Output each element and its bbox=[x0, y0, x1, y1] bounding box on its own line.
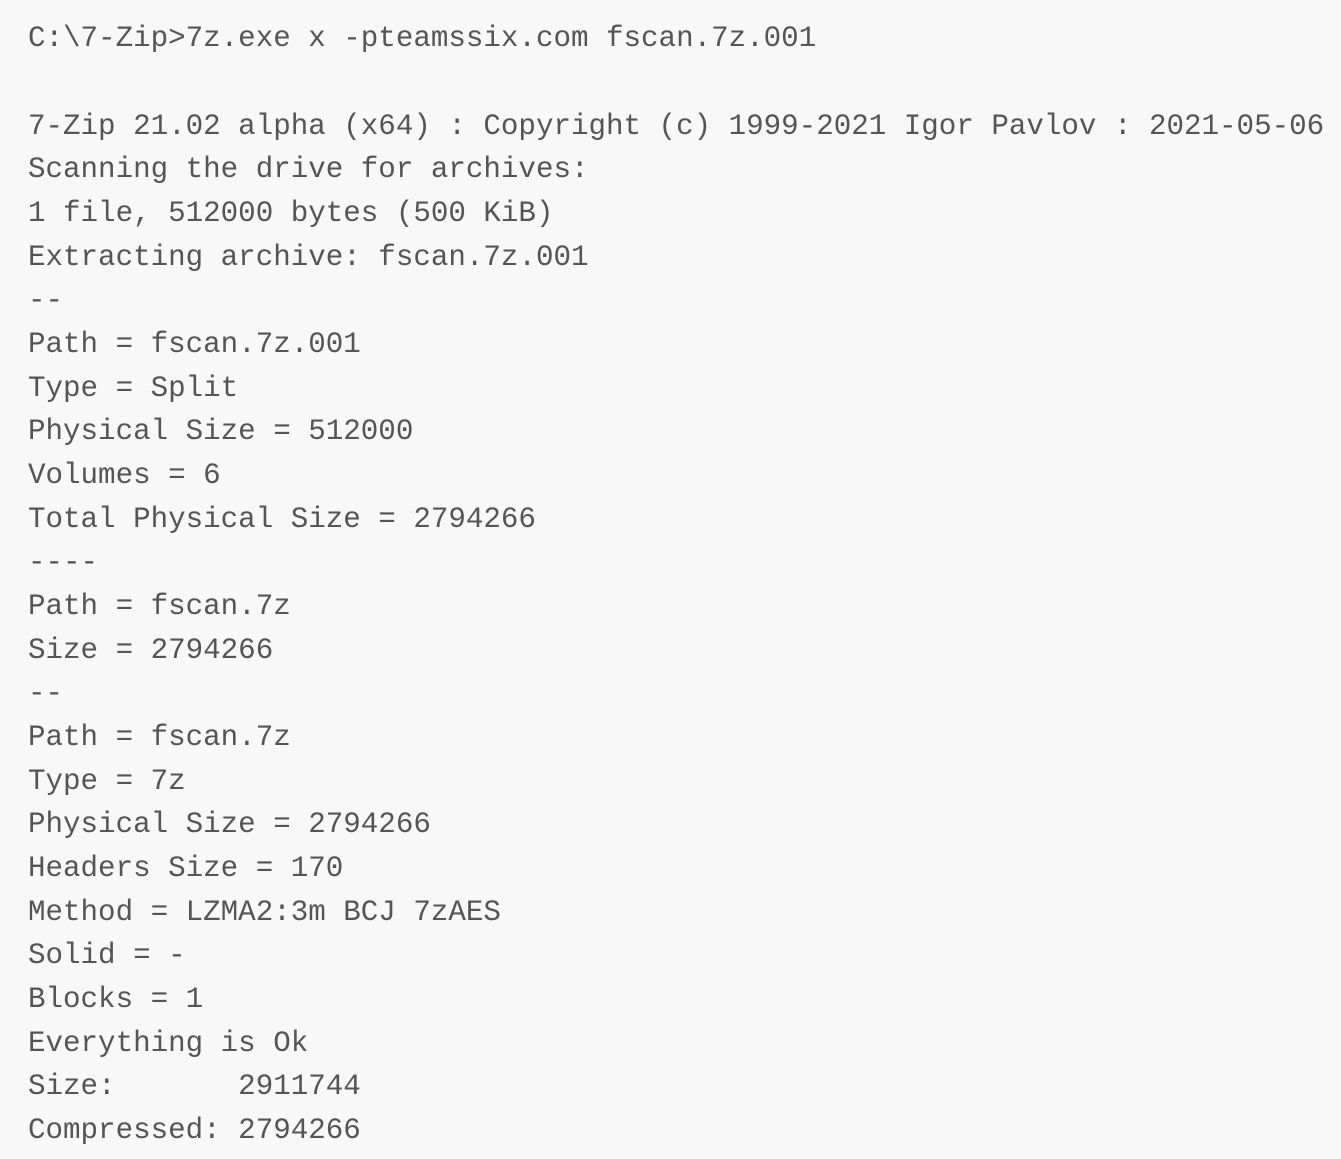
separator-line: -- bbox=[28, 677, 64, 710]
split-path-line: Path = fscan.7z.001 bbox=[28, 328, 361, 361]
command-line: C:\7-Zip>7z.exe x -pteamssix.com fscan.7… bbox=[28, 22, 817, 55]
size-total-line: Size: 2911744 bbox=[28, 1070, 361, 1103]
split-type-line: Type = Split bbox=[28, 372, 239, 405]
separator-line: -- bbox=[28, 284, 64, 317]
file-count-line: 1 file, 512000 bytes (500 KiB) bbox=[28, 197, 554, 230]
archive-path-line: Path = fscan.7z bbox=[28, 721, 291, 754]
extracting-line: Extracting archive: fscan.7z.001 bbox=[28, 241, 589, 274]
terminal-output: C:\7-Zip>7z.exe x -pteamssix.com fscan.7… bbox=[28, 0, 1341, 1159]
archive-blocks-line: Blocks = 1 bbox=[28, 983, 204, 1016]
scanning-line: Scanning the drive for archives: bbox=[28, 153, 589, 186]
archive-headers-size-line: Headers Size = 170 bbox=[28, 852, 344, 885]
version-banner: 7-Zip 21.02 alpha (x64) : Copyright (c) … bbox=[28, 110, 1325, 143]
status-line: Everything is Ok bbox=[28, 1027, 309, 1060]
archive-type-line: Type = 7z bbox=[28, 765, 186, 798]
split-physical-size-line: Physical Size = 512000 bbox=[28, 415, 414, 448]
combined-size-line: Size = 2794266 bbox=[28, 634, 274, 667]
compressed-size-line: Compressed: 2794266 bbox=[28, 1114, 361, 1147]
archive-method-line: Method = LZMA2:3m BCJ 7zAES bbox=[28, 896, 501, 929]
combined-path-line: Path = fscan.7z bbox=[28, 590, 291, 623]
split-volumes-line: Volumes = 6 bbox=[28, 459, 221, 492]
archive-physical-size-line: Physical Size = 2794266 bbox=[28, 808, 431, 841]
split-total-physical-size-line: Total Physical Size = 2794266 bbox=[28, 503, 536, 536]
archive-solid-line: Solid = - bbox=[28, 939, 186, 972]
separator-line: ---- bbox=[28, 546, 99, 579]
